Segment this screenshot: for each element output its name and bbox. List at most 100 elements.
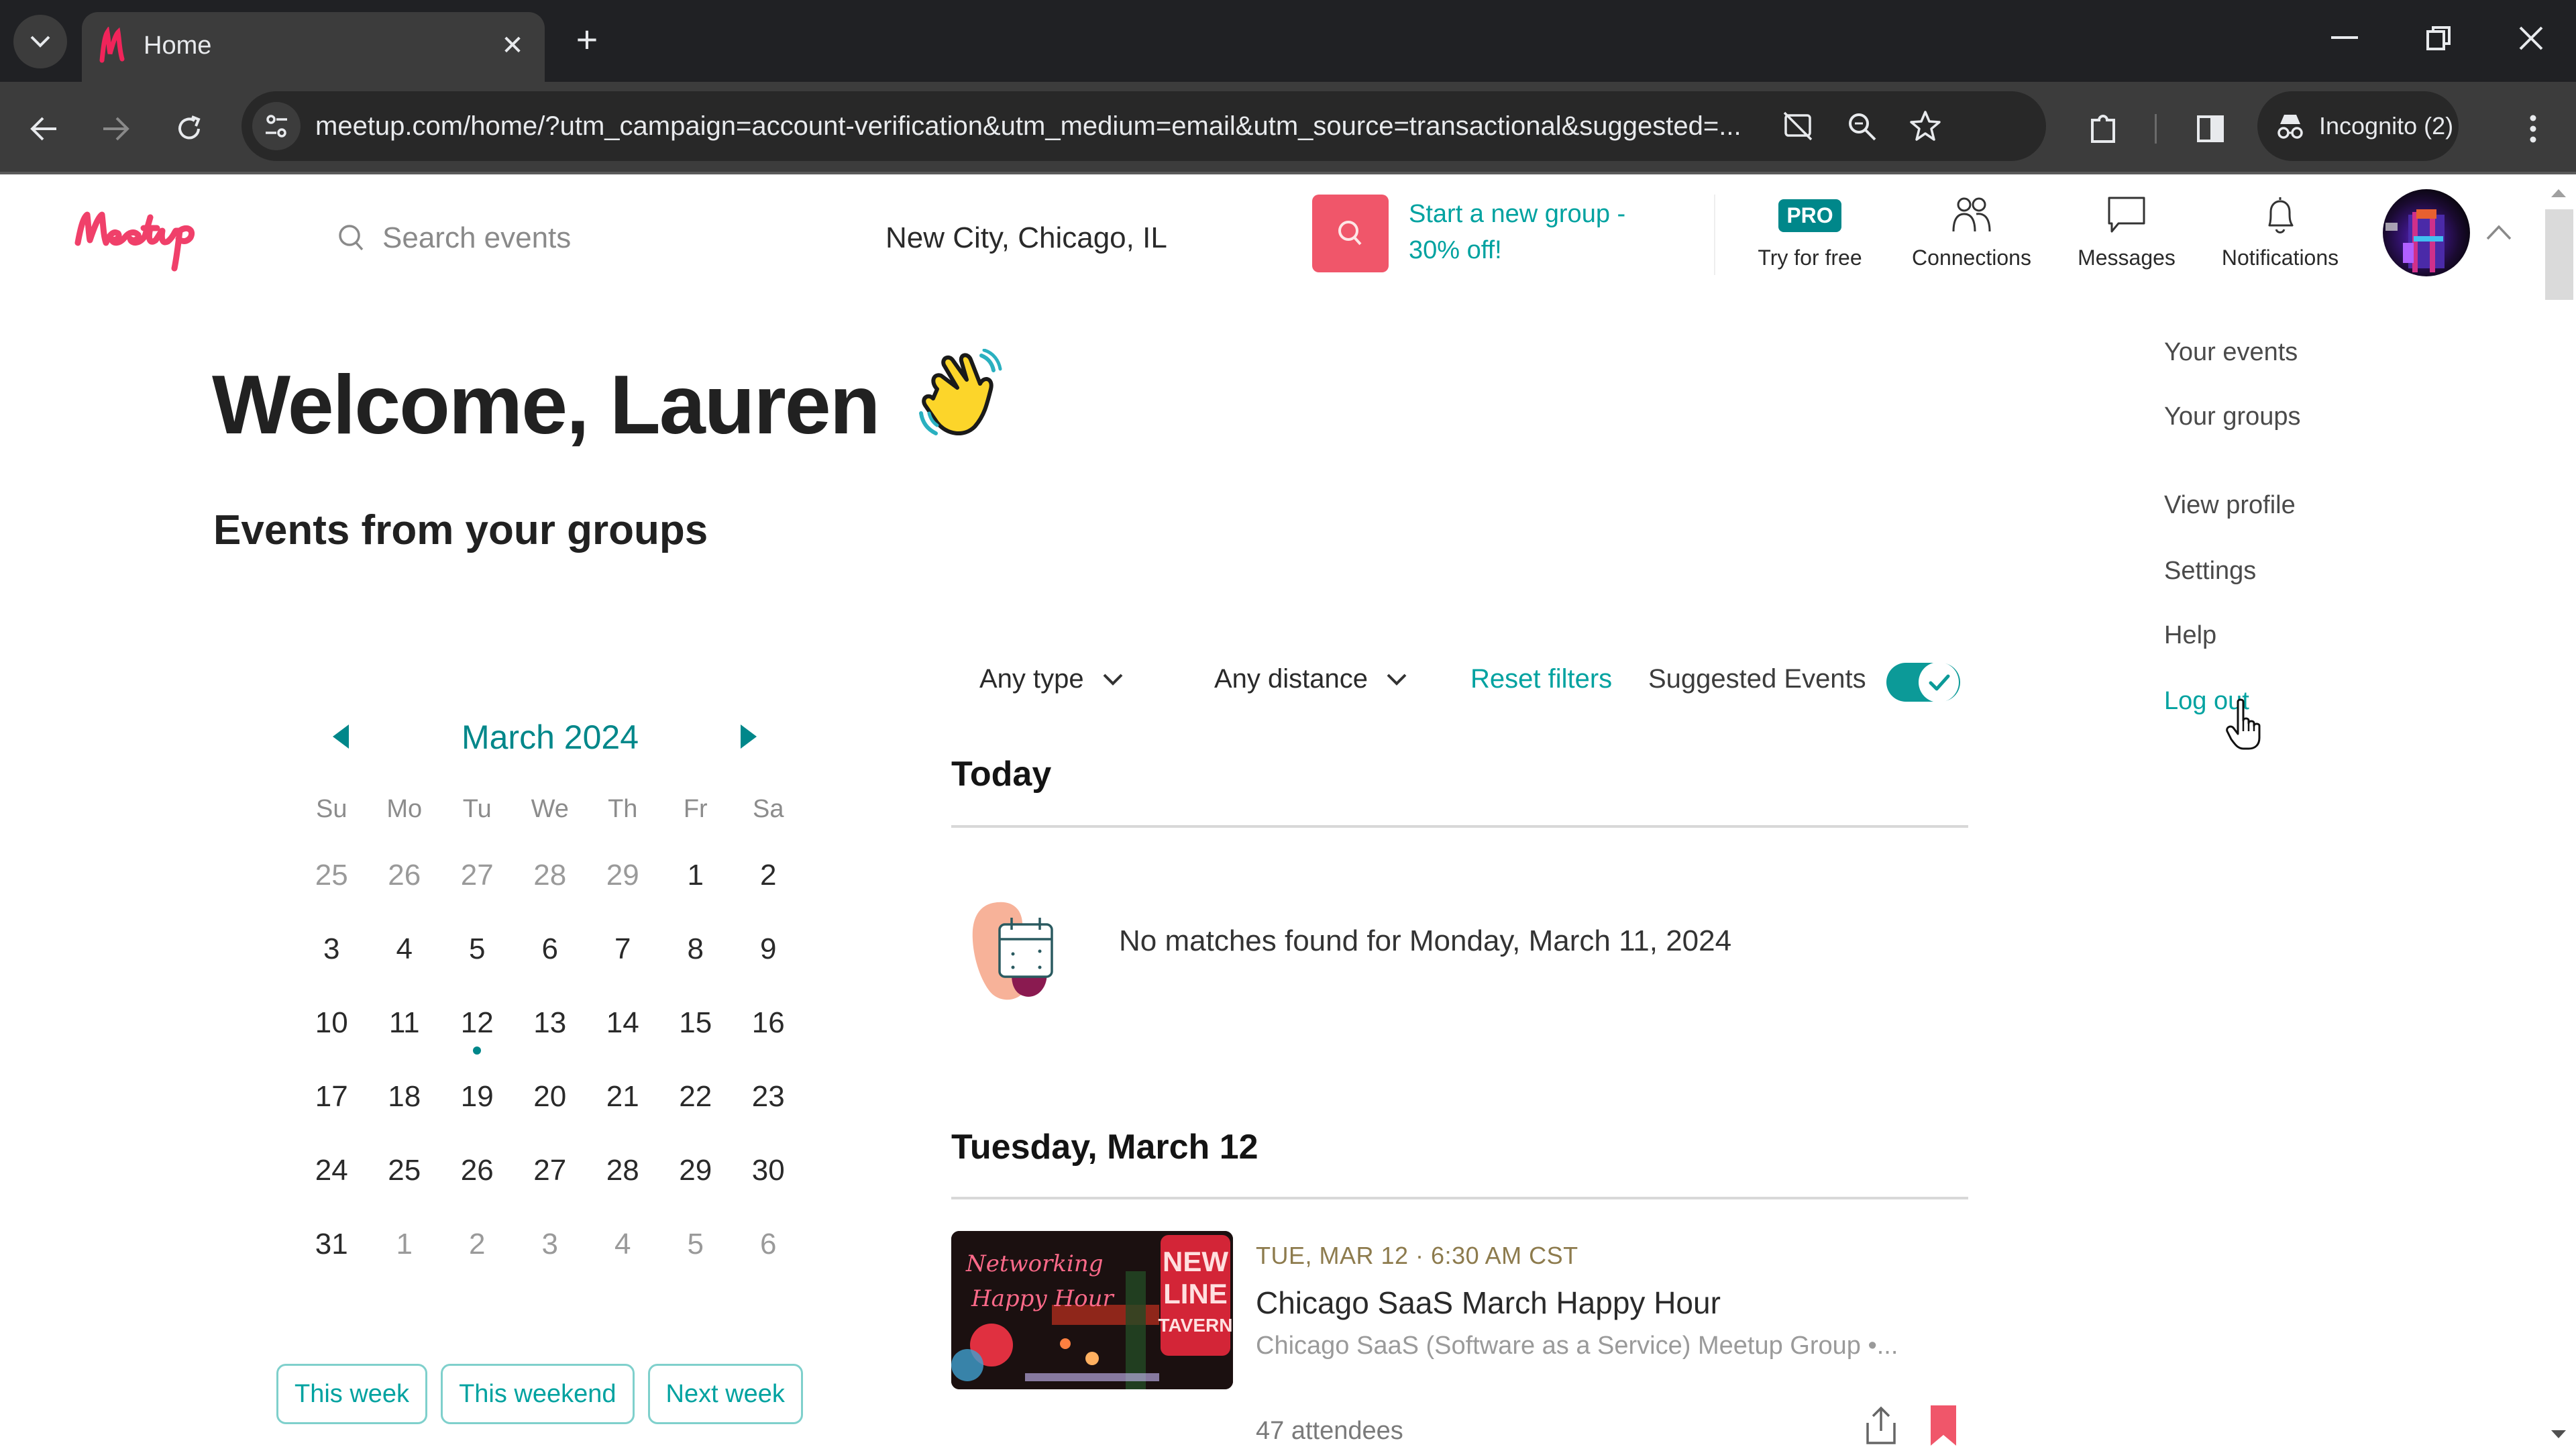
calendar-day[interactable]: 6 [732,1228,805,1261]
scrollbar-thumb[interactable] [2545,209,2573,300]
incognito-indicator[interactable]: Incognito (2) [2257,91,2459,161]
forward-button[interactable] [89,102,142,156]
suggested-events-toggle[interactable] [1886,657,1962,707]
calendar-day[interactable]: 15 [659,1006,733,1040]
profile-menu-toggle[interactable] [2482,216,2516,250]
menu-settings[interactable]: Settings [2164,557,2256,586]
calendar-day[interactable]: 25 [295,859,368,892]
address-bar[interactable]: meetup.com/home/?utm_campaign=account-ve… [241,91,2046,161]
close-tab-icon[interactable]: ✕ [494,27,531,64]
try-pro-button[interactable]: PRO Try for free [1750,192,1870,279]
search-submit-button[interactable] [1312,195,1389,272]
calendar-day[interactable]: 23 [732,1080,805,1114]
reload-icon [178,115,201,140]
calendar-day[interactable]: 8 [659,932,733,966]
reset-filters-link[interactable]: Reset filters [1470,664,1612,694]
messages-button[interactable]: Messages [2070,192,2183,279]
meetup-logo[interactable] [71,201,246,275]
type-filter-dropdown[interactable]: Any type [979,664,1124,694]
weekday-label: Tu [462,795,492,823]
share-icon[interactable] [1862,1404,1900,1447]
calendar-day[interactable]: 2 [441,1228,514,1261]
calendar-day[interactable]: 1 [659,859,733,892]
calendar-day[interactable]: 13 [514,1006,587,1040]
menu-your-events[interactable]: Your events [2164,338,2298,367]
search-events-input[interactable] [382,213,785,263]
calendar-day[interactable]: 27 [441,859,514,892]
side-panel-button[interactable] [2184,102,2237,156]
event-card[interactable]: NEW LINE TAVERN Networking Happy Hour TU… [951,1231,1968,1449]
new-tab-button[interactable]: + [567,18,607,60]
event-image[interactable]: NEW LINE TAVERN Networking Happy Hour [951,1231,1233,1389]
url-text[interactable]: meetup.com/home/?utm_campaign=account-ve… [315,91,1758,161]
calendar-day[interactable]: 29 [659,1154,733,1187]
calendar-day[interactable]: 22 [659,1080,733,1114]
distance-filter-value: Any distance [1214,664,1368,694]
menu-view-profile[interactable]: View profile [2164,491,2296,520]
calendar-day[interactable]: 5 [441,932,514,966]
calendar-day[interactable]: 30 [732,1154,805,1187]
page-scrollbar[interactable] [2542,176,2576,1449]
calendar-day[interactable]: 12 [441,1006,514,1055]
bookmark-icon[interactable] [1928,1404,1959,1447]
calendar-day[interactable]: 26 [441,1154,514,1187]
browser-menu-button[interactable] [2506,102,2560,156]
calendar-day[interactable]: 28 [586,1154,659,1187]
calendar-day[interactable]: 19 [441,1080,514,1114]
calendar-day-number: 6 [760,1228,777,1260]
reload-button[interactable] [162,102,216,156]
calendar-day[interactable]: 17 [295,1080,368,1114]
close-window-button[interactable] [2501,15,2561,62]
back-button[interactable] [17,102,71,156]
calendar-day-number: 29 [679,1154,712,1187]
calendar-day[interactable]: 21 [586,1080,659,1114]
event-title-link[interactable]: Chicago SaaS March Happy Hour [1256,1285,1721,1321]
calendar-day[interactable]: 26 [368,859,441,892]
calendar-day[interactable]: 6 [514,932,587,966]
calendar-day[interactable]: 3 [295,932,368,966]
calendar-day[interactable]: 11 [368,1006,441,1040]
calendar-day[interactable]: 9 [732,932,805,966]
calendar-day[interactable]: 7 [586,932,659,966]
extensions-button[interactable] [2076,102,2130,156]
eye-off-button[interactable] [1778,106,1818,146]
this-week-button[interactable]: This week [276,1364,428,1424]
notifications-button[interactable]: Notifications [2207,192,2353,279]
calendar-day[interactable]: 5 [659,1228,733,1261]
menu-help[interactable]: Help [2164,621,2216,650]
next-week-button[interactable]: Next week [647,1364,803,1424]
scroll-up-arrow-icon[interactable] [2551,189,2566,197]
calendar-day[interactable]: 10 [295,1006,368,1040]
restore-button[interactable] [2408,15,2469,62]
calendar-day[interactable]: 1 [368,1228,441,1261]
calendar-day[interactable]: 2 [732,859,805,892]
tab-search-button[interactable] [13,15,67,68]
calendar-day[interactable]: 4 [368,932,441,966]
browser-tab-home[interactable]: Home ✕ [82,12,545,82]
calendar-day[interactable]: 29 [586,859,659,892]
zoom-button[interactable] [1841,106,1882,146]
site-info-button[interactable] [252,102,301,150]
calendar-day[interactable]: 25 [368,1154,441,1187]
menu-your-groups[interactable]: Your groups [2164,402,2301,431]
minimize-button[interactable] [2314,15,2375,62]
calendar-day[interactable]: 20 [514,1080,587,1114]
this-weekend-button[interactable]: This weekend [441,1364,635,1424]
calendar-day[interactable]: 28 [514,859,587,892]
distance-filter-dropdown[interactable]: Any distance [1214,664,1408,694]
calendar-day[interactable]: 24 [295,1154,368,1187]
calendar-day[interactable]: 18 [368,1080,441,1114]
location-input[interactable] [885,213,1248,263]
profile-avatar[interactable] [2383,189,2470,276]
scroll-down-arrow-icon[interactable] [2551,1430,2566,1438]
calendar-day[interactable]: 4 [586,1228,659,1261]
start-group-promo-link[interactable]: Start a new group - 30% off! [1409,196,1690,268]
calendar-day[interactable]: 16 [732,1006,805,1040]
calendar-day[interactable]: 3 [514,1228,587,1261]
calendar-day[interactable]: 14 [586,1006,659,1040]
next-month-arrow-icon[interactable] [741,724,757,749]
calendar-day[interactable]: 31 [295,1228,368,1261]
calendar-day[interactable]: 27 [514,1154,587,1187]
connections-button[interactable]: Connections [1900,192,2043,279]
bookmark-star-button[interactable] [1905,106,1945,146]
